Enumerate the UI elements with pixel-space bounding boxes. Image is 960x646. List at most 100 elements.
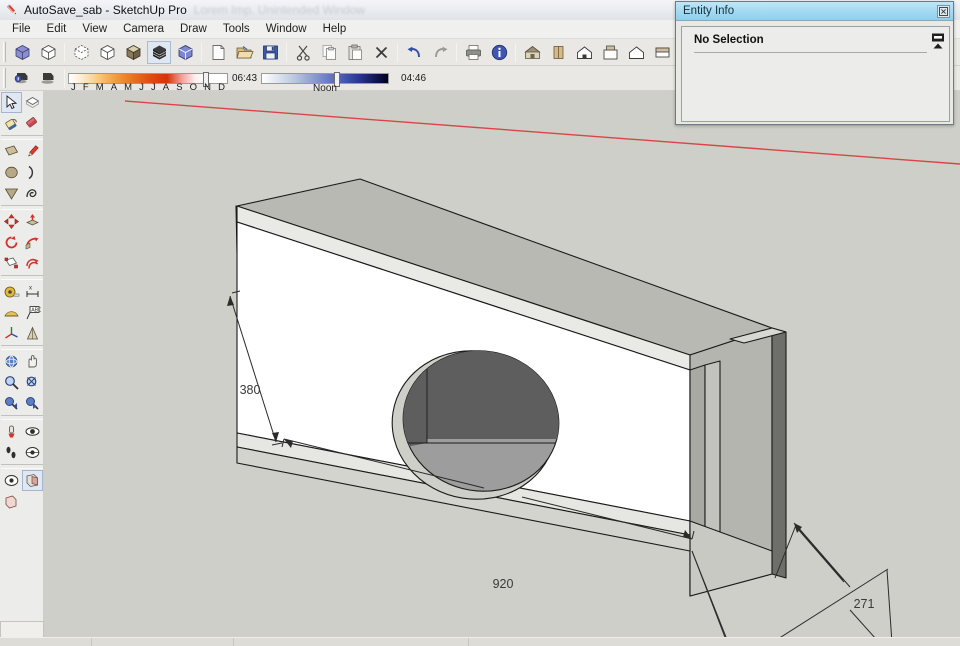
entity-info-titlebar[interactable]: Entity Info [676,2,953,21]
shadow-settings-icon[interactable] [10,67,34,90]
toolbar-grip[interactable] [3,68,6,88]
model-viewport[interactable]: 380 920 271 [44,91,960,637]
entity-info-panel[interactable]: Entity Info No Selection [675,1,954,125]
arc-icon[interactable] [22,162,43,183]
scene-blank-icon[interactable] [650,41,674,64]
zoom-icon[interactable] [1,372,22,393]
rotate-icon[interactable] [1,232,22,253]
toolbar-separator [456,42,457,62]
style-back-edges-icon[interactable] [173,41,197,64]
section-plane-icon[interactable] [22,470,43,491]
walk-icon[interactable] [1,442,22,463]
dimension-icon[interactable]: x [22,281,43,302]
model-info-icon[interactable] [487,41,511,64]
entity-info-body: No Selection [681,26,950,122]
status-tab[interactable] [0,621,44,638]
menu-item-draw[interactable]: Draw [172,21,215,37]
tool-separator [1,135,43,140]
toolbar-separator [201,42,202,62]
collapse-expand-icon[interactable] [931,33,945,51]
style-monochrome-icon[interactable] [147,40,171,64]
status-pane-info [234,638,469,646]
height-dimension-label: 380 [240,383,261,397]
zoom-window-icon[interactable] [22,372,43,393]
style-xray-icon[interactable] [10,41,34,64]
line-pencil-icon[interactable] [22,141,43,162]
redo-icon[interactable] [428,41,452,64]
style-shaded-texture-icon[interactable] [121,41,145,64]
next-view-icon[interactable] [22,393,43,414]
month-slider[interactable]: J F M A M J J A S O N D [68,70,228,93]
circle-icon[interactable] [1,162,22,183]
tool-separator [1,205,43,210]
select-arrow-icon[interactable] [1,92,22,113]
protractor-icon[interactable] [1,302,22,323]
move-icon[interactable] [1,211,22,232]
scene-outline-icon[interactable] [624,41,648,64]
depth-dimension-label: 271 [854,597,875,611]
time-slider[interactable]: Noon [261,70,390,94]
scene-save-icon[interactable] [598,41,622,64]
make-component-icon[interactable] [22,92,43,113]
toolbar-separator [286,42,287,62]
sunrise-time-label: 06:43 [232,72,258,84]
svg-text:x: x [29,286,32,292]
status-pane-measurements [92,638,234,646]
style-wireframe-icon[interactable] [36,41,60,64]
menu-item-window[interactable]: Window [258,21,315,37]
paste-icon[interactable] [343,41,367,64]
component-house-icon[interactable] [520,41,544,64]
toolbar-separator [64,68,65,88]
style-shaded-icon[interactable] [95,41,119,64]
tape-measure-icon[interactable] [1,281,22,302]
follow-me-icon[interactable] [22,232,43,253]
menu-item-view[interactable]: View [74,21,115,37]
sketchup-application-window: AutoSave_sab - SketchUp Pro Lorem Imp. U… [0,0,960,646]
polygon-icon[interactable] [1,183,22,204]
field-of-view-icon[interactable] [1,470,22,491]
width-dimension-label: 920 [493,577,514,591]
offset-icon[interactable] [22,253,43,274]
toolbar-separator [64,42,65,62]
orbit-icon[interactable] [1,351,22,372]
look-around-icon[interactable] [22,421,43,442]
scene-home-icon[interactable] [572,41,596,64]
rectangle-icon[interactable] [1,141,22,162]
freehand-icon[interactable] [22,183,43,204]
push-pull-icon[interactable] [22,211,43,232]
display-shadows-icon[interactable] [36,67,60,90]
position-camera-icon[interactable] [1,421,22,442]
text-tool-icon[interactable]: ABC [22,302,43,323]
eraser-icon[interactable] [22,113,43,134]
toolbar-grip[interactable] [3,42,6,62]
menu-item-edit[interactable]: Edit [39,21,75,37]
menu-item-camera[interactable]: Camera [115,21,172,37]
menu-item-help[interactable]: Help [315,21,355,37]
paint-bucket-icon[interactable] [1,113,22,134]
menu-item-file[interactable]: File [4,21,39,37]
display-section-cuts-icon[interactable] [1,491,22,512]
component-box-icon[interactable] [546,41,570,64]
open-folder-icon[interactable] [232,41,256,64]
print-icon[interactable] [461,41,485,64]
pan-hand-icon[interactable] [22,351,43,372]
delete-x-icon[interactable] [369,41,393,64]
sunset-time-label: 04:46 [401,72,427,84]
previous-view-icon[interactable] [1,393,22,414]
zoom-extents-icon[interactable] [22,442,43,463]
tool-separator [1,275,43,280]
window-title: AutoSave_sab - SketchUp Pro [24,3,187,17]
axes-icon[interactable] [1,323,22,344]
svg-text:ABC: ABC [31,307,41,313]
three-d-text-icon[interactable] [22,323,43,344]
tool-separator [1,345,43,350]
close-icon[interactable] [937,4,950,18]
menu-item-tools[interactable]: Tools [215,21,258,37]
scale-icon[interactable] [1,253,22,274]
style-hidden-line-icon[interactable] [69,41,93,64]
save-icon[interactable] [258,41,282,64]
new-document-icon[interactable] [206,41,230,64]
cut-scissors-icon[interactable] [291,41,315,64]
copy-icon[interactable] [317,41,341,64]
undo-icon[interactable] [402,41,426,64]
